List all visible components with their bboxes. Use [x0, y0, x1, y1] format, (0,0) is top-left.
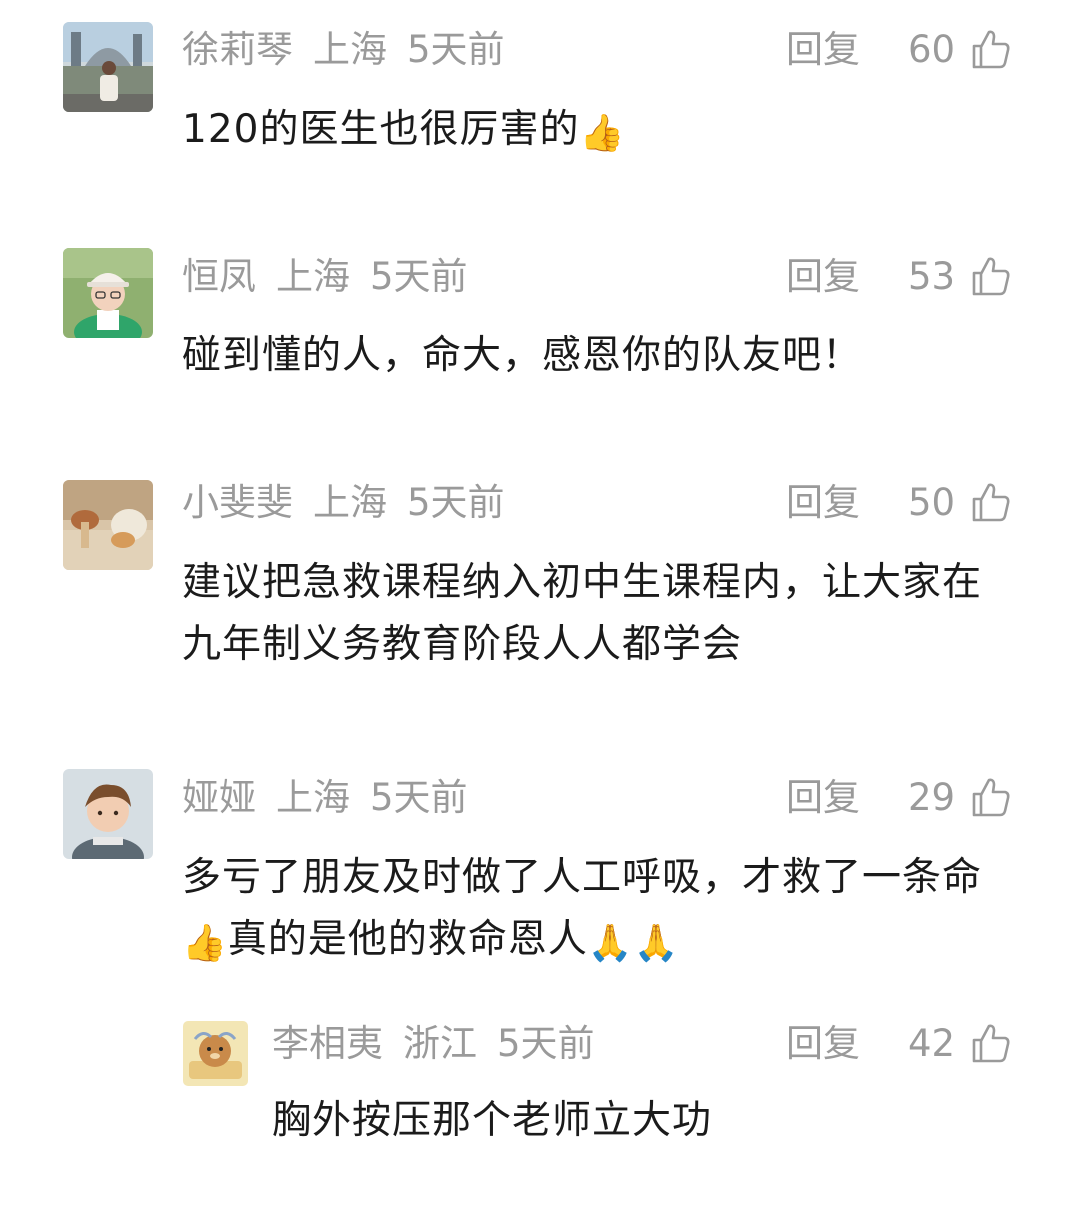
- reply-text: 胸外按压那个老师立大功: [272, 1098, 713, 1143]
- reply-button[interactable]: 回复: [786, 1020, 860, 1068]
- like-count: 42: [908, 1022, 956, 1065]
- avatar[interactable]: [183, 1021, 248, 1086]
- reply-item: 李相夷 浙江 5天前 回复 42 胸外按压那个老师立大功: [0, 0, 1080, 1209]
- username[interactable]: 李相夷: [272, 1022, 383, 1065]
- timestamp: 5天前: [497, 1022, 595, 1065]
- reply-meta: 李相夷 浙江 5天前: [272, 1020, 615, 1068]
- location: 浙江: [403, 1022, 477, 1065]
- thumbs-up-icon: [968, 1020, 1014, 1066]
- like-button[interactable]: 42: [908, 1020, 1014, 1068]
